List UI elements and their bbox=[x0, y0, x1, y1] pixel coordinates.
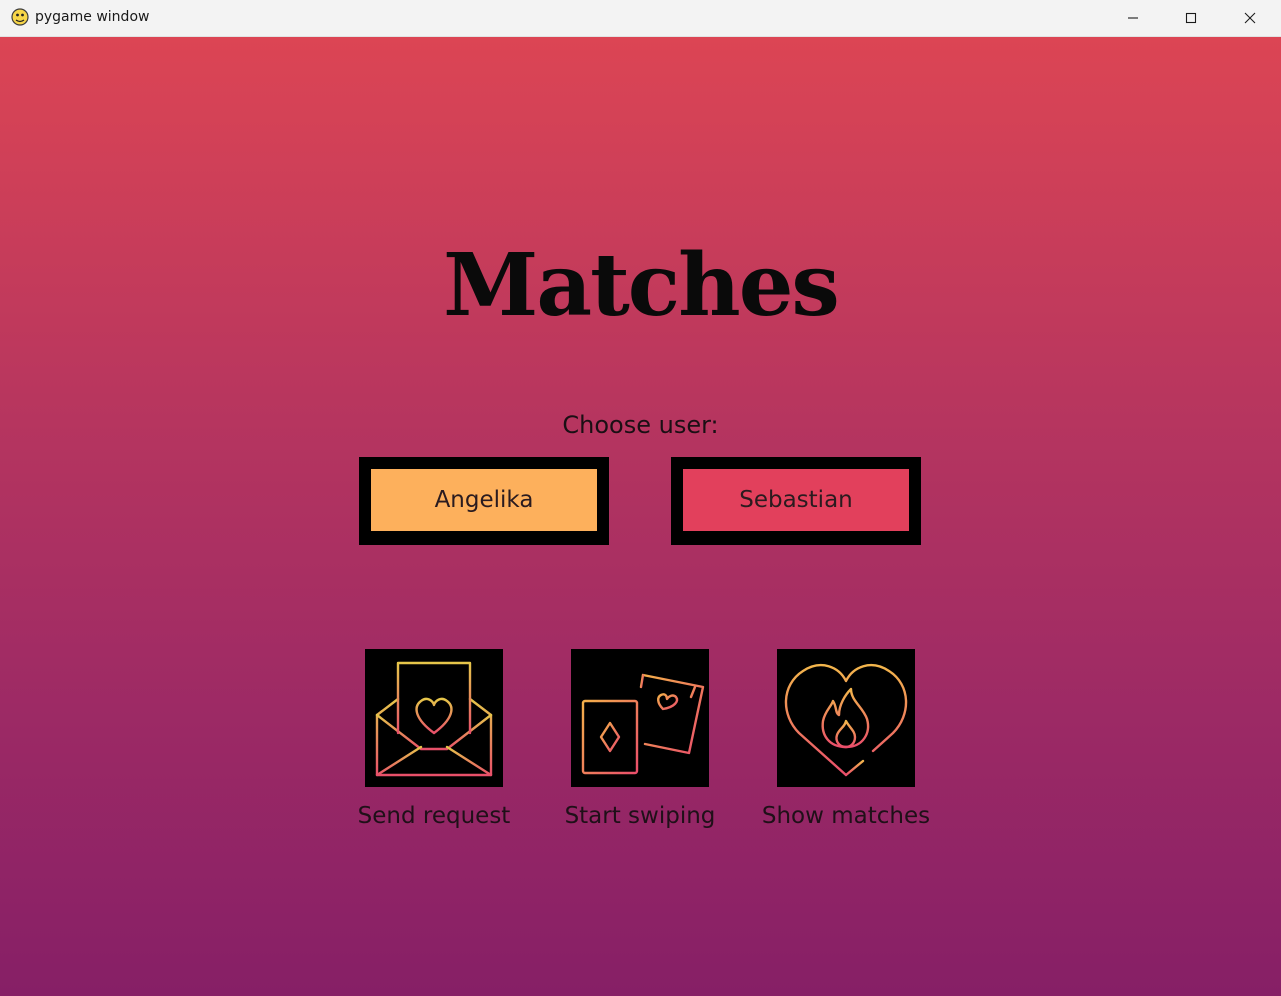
envelope-heart-icon bbox=[375, 661, 493, 777]
user-button-label: Sebastian bbox=[683, 469, 909, 531]
close-icon bbox=[1244, 12, 1256, 24]
show-matches-label: Show matches bbox=[761, 803, 931, 829]
maximize-button[interactable] bbox=[1162, 0, 1220, 36]
app-window: pygame window Matches Choose user: Angel… bbox=[0, 0, 1281, 996]
minimize-button[interactable] bbox=[1104, 0, 1162, 36]
pygame-snake-icon bbox=[11, 8, 29, 26]
heart-flame-icon bbox=[784, 664, 908, 777]
start-swiping-label: Start swiping bbox=[564, 803, 716, 829]
choose-user-label: Choose user: bbox=[562, 411, 719, 439]
game-canvas: Matches Choose user: Angelika Sebastian bbox=[0, 37, 1281, 996]
send-request-button[interactable] bbox=[365, 649, 503, 787]
start-swiping-button[interactable] bbox=[571, 649, 709, 787]
user-button-angelika[interactable]: Angelika bbox=[359, 457, 609, 545]
page-title: Matches bbox=[443, 235, 840, 336]
show-matches-button[interactable] bbox=[777, 649, 915, 787]
user-button-label: Angelika bbox=[371, 469, 597, 531]
cards-swipe-icon bbox=[581, 673, 705, 775]
maximize-icon bbox=[1185, 12, 1197, 24]
window-title: pygame window bbox=[35, 9, 150, 25]
user-button-sebastian[interactable]: Sebastian bbox=[671, 457, 921, 545]
send-request-label: Send request bbox=[357, 803, 511, 829]
title-bar[interactable]: pygame window bbox=[0, 0, 1281, 37]
minimize-icon bbox=[1128, 17, 1138, 19]
close-button[interactable] bbox=[1221, 0, 1279, 36]
